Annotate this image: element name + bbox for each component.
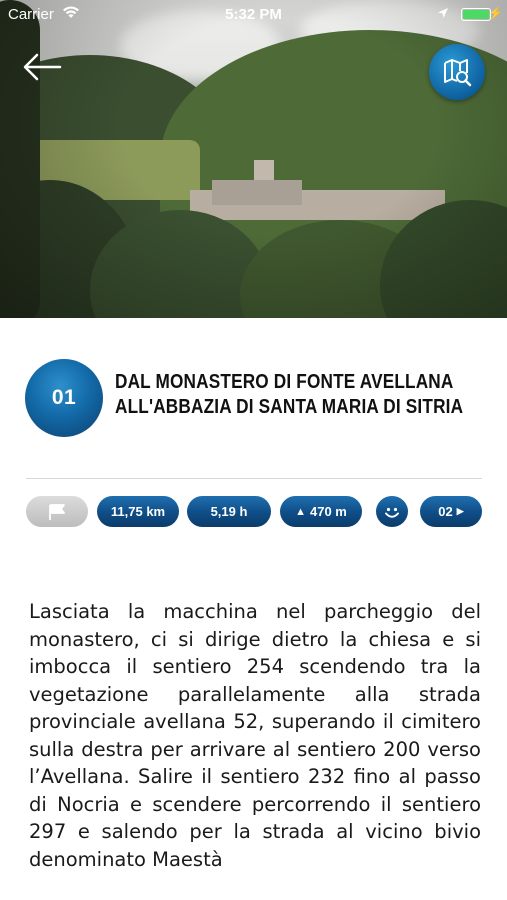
- difficulty-badge: [376, 496, 408, 527]
- clock: 5:32 PM: [225, 6, 282, 23]
- hero-vignette: [0, 0, 507, 318]
- route-title: DAL MONASTERO DI FONTE AVELLANA ALL'ABBA…: [115, 371, 464, 418]
- play-right-icon: ▶: [456, 506, 464, 516]
- next-route-button[interactable]: 02 ▶: [420, 496, 482, 527]
- triangle-up-icon: ▲: [295, 505, 306, 518]
- distance-value: 11,75 km: [110, 504, 166, 519]
- back-button[interactable]: [22, 52, 66, 82]
- route-number-badge: 01: [25, 359, 103, 437]
- flag-button[interactable]: [26, 496, 88, 527]
- location-arrow-icon: [437, 6, 449, 23]
- battery-icon: [461, 8, 491, 21]
- divider: [26, 478, 482, 479]
- charging-icon: ⚡: [488, 6, 503, 20]
- flag-icon: [49, 503, 65, 520]
- arrow-left-icon: [23, 53, 62, 81]
- next-route-label: 02: [438, 504, 453, 519]
- smile-icon: [385, 507, 399, 518]
- distance-pill: 11,75 km: [97, 496, 179, 527]
- elevation-pill: ▲ 470 m: [280, 496, 362, 527]
- status-bar: Carrier 5:32 PM ⚡: [0, 0, 507, 30]
- duration-pill: 5,19 h: [187, 496, 271, 527]
- battery-fill: [463, 10, 489, 19]
- duration-value: 5,19 h: [210, 504, 248, 519]
- elevation-value: 470 m: [310, 504, 347, 519]
- route-description: Lasciata la macchina nel parcheggio del …: [29, 600, 481, 871]
- route-info-bar: 11,75 km 5,19 h ▲ 470 m 02 ▶: [0, 496, 507, 528]
- map-button[interactable]: [429, 44, 485, 100]
- map-search-icon: [444, 59, 472, 87]
- hero-image: [0, 0, 507, 318]
